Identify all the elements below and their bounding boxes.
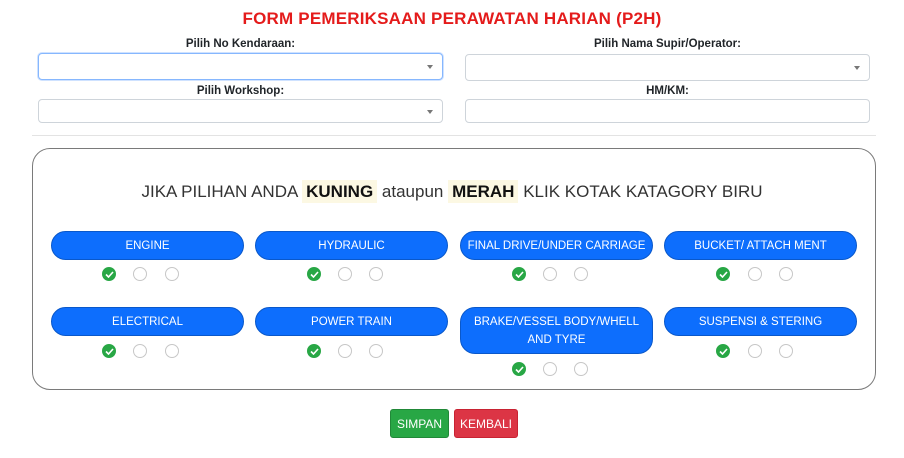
brake-red-radio[interactable] — [574, 362, 588, 376]
vehicle-select[interactable] — [38, 53, 443, 80]
check-icon — [310, 348, 319, 355]
notice-prefix: JIKA PILIHAN ANDA — [141, 182, 298, 201]
power-train-green-radio[interactable] — [307, 344, 321, 358]
chevron-down-icon — [427, 65, 433, 69]
hmkm-label: HM/KM: — [646, 85, 689, 97]
workshop-label: Pilih Workshop: — [196, 85, 285, 97]
bucket-red-radio[interactable] — [779, 267, 793, 281]
back-button[interactable]: KEMBALI — [454, 409, 518, 438]
vehicle-label: Pilih No Kendaraan: — [185, 38, 296, 50]
engine-red-radio[interactable] — [165, 267, 179, 281]
hmkm-input[interactable] — [465, 99, 870, 123]
suspensi-yellow-radio[interactable] — [748, 344, 762, 358]
driver-label: Pilih Nama Supir/Operator: — [594, 38, 741, 50]
check-icon — [515, 271, 524, 278]
category-brake-button[interactable]: BRAKE/VESSEL BODY/WHELL AND TYRE — [460, 307, 653, 354]
workshop-select[interactable] — [38, 99, 443, 123]
notice-middle: ataupun — [381, 182, 444, 201]
check-icon — [515, 366, 524, 373]
category-electrical-button[interactable]: ELECTRICAL — [51, 307, 244, 336]
check-icon — [105, 271, 114, 278]
engine-green-radio[interactable] — [102, 267, 116, 281]
final-drive-green-radio[interactable] — [512, 267, 526, 281]
category-final-drive-button[interactable]: FINAL DRIVE/UNDER CARRIAGE — [460, 231, 653, 260]
notice-suffix: KLIK KOTAK KATAGORY BIRU — [523, 182, 763, 201]
power-train-yellow-radio[interactable] — [338, 344, 352, 358]
electrical-yellow-radio[interactable] — [133, 344, 147, 358]
hydraulic-yellow-radio[interactable] — [338, 267, 352, 281]
suspensi-red-radio[interactable] — [779, 344, 793, 358]
brake-green-radio[interactable] — [512, 362, 526, 376]
category-engine-button[interactable]: ENGINE — [51, 231, 244, 260]
driver-select[interactable] — [465, 54, 870, 81]
electrical-green-radio[interactable] — [102, 344, 116, 358]
final-drive-yellow-radio[interactable] — [543, 267, 557, 281]
check-icon — [105, 348, 114, 355]
chevron-down-icon — [854, 66, 860, 70]
chevron-down-icon — [427, 110, 433, 114]
bucket-green-radio[interactable] — [716, 267, 730, 281]
notice-red: MERAH — [448, 180, 519, 203]
electrical-red-radio[interactable] — [165, 344, 179, 358]
category-power-train-button[interactable]: POWER TRAIN — [255, 307, 448, 336]
hydraulic-red-radio[interactable] — [369, 267, 383, 281]
instruction-text: JIKA PILIHAN ANDA KUNING ataupun MERAH K… — [0, 180, 904, 203]
category-suspensi-button[interactable]: SUSPENSI & STERING — [664, 307, 857, 336]
check-icon — [719, 348, 728, 355]
save-button[interactable]: SIMPAN — [390, 409, 449, 438]
final-drive-red-radio[interactable] — [574, 267, 588, 281]
notice-yellow: KUNING — [302, 180, 378, 203]
engine-yellow-radio[interactable] — [133, 267, 147, 281]
page-title: FORM PEMERIKSAAN PERAWATAN HARIAN (P2H) — [242, 9, 662, 28]
suspensi-green-radio[interactable] — [716, 344, 730, 358]
bucket-yellow-radio[interactable] — [748, 267, 762, 281]
check-icon — [310, 271, 319, 278]
category-hydraulic-button[interactable]: HYDRAULIC — [255, 231, 448, 260]
brake-yellow-radio[interactable] — [543, 362, 557, 376]
check-icon — [719, 271, 728, 278]
hydraulic-green-radio[interactable] — [307, 267, 321, 281]
divider — [32, 135, 876, 136]
power-train-red-radio[interactable] — [369, 344, 383, 358]
category-bucket-button[interactable]: BUCKET/ ATTACH MENT — [664, 231, 857, 260]
